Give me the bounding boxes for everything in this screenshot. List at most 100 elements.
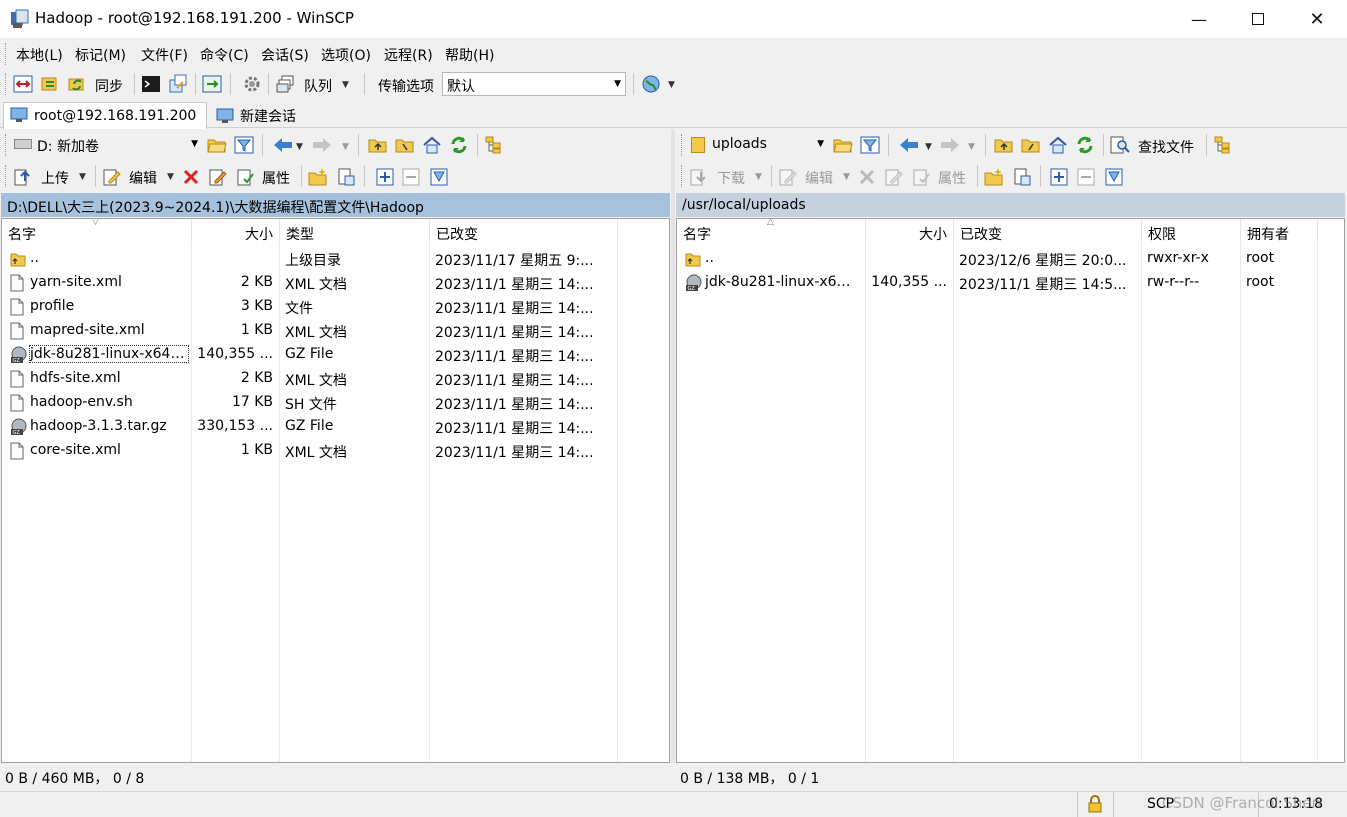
column-header-size[interactable]: 大小 — [866, 219, 954, 245]
remote-folder-select[interactable]: uploads ▼ — [688, 133, 828, 157]
new-folder-icon[interactable] — [307, 166, 329, 188]
download-icon[interactable] — [688, 166, 710, 188]
file-row[interactable]: GZ hadoop-3.1.3.tar.gz 330,153 ... GZ File 2… — [2, 415, 669, 439]
panel-splitter[interactable] — [671, 129, 675, 763]
toolbar-grip[interactable] — [5, 43, 8, 65]
chevron-down-icon[interactable]: ▼ — [79, 172, 86, 182]
column-header-name[interactable]: 名字 ▽ — [2, 219, 192, 245]
column-header-type[interactable]: 类型 — [280, 219, 430, 245]
drive-select[interactable]: D: 新加卷 ▼ — [12, 133, 202, 157]
tree-icon[interactable] — [483, 134, 505, 156]
delete-icon[interactable] — [856, 166, 878, 188]
column-header-size[interactable]: 大小 — [192, 219, 280, 245]
chevron-down-icon[interactable]: ▼ — [668, 80, 675, 90]
chevron-down-icon[interactable]: ▼ — [167, 172, 174, 182]
properties-icon[interactable] — [235, 166, 257, 188]
select-plus-icon[interactable] — [374, 166, 396, 188]
menu-options[interactable]: 选项(O) — [321, 45, 371, 65]
synchronize-icon[interactable] — [66, 73, 88, 95]
toolbar-grip[interactable] — [5, 134, 8, 156]
toolbar-grip[interactable] — [5, 73, 8, 95]
right-file-list[interactable]: 名字 △ 大小 已改变 权限 拥有者 .. 2023/12/6 星期三 20:0.… — [676, 218, 1345, 763]
chevron-down-icon[interactable]: ▼ — [342, 80, 349, 90]
edit-button[interactable]: 编辑 — [129, 168, 157, 188]
filter-select-icon[interactable] — [428, 166, 450, 188]
select-plus-icon[interactable] — [1048, 166, 1070, 188]
menu-remote[interactable]: 远程(R) — [384, 45, 433, 65]
minimize-button[interactable]: — — [1170, 0, 1228, 38]
file-row[interactable]: profile 3 KB 文件 2023/11/1 星期三 14:... — [2, 295, 669, 319]
file-row[interactable]: GZ jdk-8u281-linux-x64.... 140,355 ... 2023… — [677, 271, 1344, 295]
tab-session[interactable]: root@192.168.191.200 — [3, 102, 207, 129]
home-icon[interactable] — [421, 134, 443, 156]
left-file-list[interactable]: 名字 ▽ 大小 类型 已改变 .. 上级目录 2023/11/17 星期五 9:..… — [1, 218, 670, 763]
new-file-icon[interactable] — [1011, 166, 1033, 188]
upload-button[interactable]: 上传 — [41, 168, 69, 188]
transfer-preset-select[interactable]: 默认 ▼ — [442, 72, 626, 96]
maximize-button[interactable] — [1229, 0, 1287, 38]
menu-local[interactable]: 本地(L) — [16, 45, 63, 65]
chevron-down-icon[interactable]: ▼ — [755, 172, 762, 182]
open-directory-icon[interactable] — [201, 73, 223, 95]
right-path-bar[interactable]: /usr/local/uploads — [676, 193, 1345, 217]
putty-icon[interactable] — [167, 73, 189, 95]
download-button[interactable]: 下载 — [717, 168, 745, 188]
rename-icon[interactable] — [207, 166, 229, 188]
forward-arrow-icon[interactable] — [939, 134, 961, 156]
find-files-icon[interactable] — [1109, 134, 1131, 156]
toolbar-grip[interactable] — [681, 165, 684, 187]
rename-icon[interactable] — [883, 166, 905, 188]
edit-icon[interactable] — [101, 166, 123, 188]
back-arrow-icon[interactable] — [898, 134, 920, 156]
delete-icon[interactable] — [180, 166, 202, 188]
chevron-down-icon[interactable]: ▼ — [968, 142, 975, 152]
tab-new-session[interactable]: 新建会话 — [210, 102, 310, 129]
globe-icon[interactable] — [640, 73, 662, 95]
queue-button[interactable]: 队列 — [304, 76, 332, 96]
queue-icon[interactable] — [275, 73, 297, 95]
file-row[interactable]: mapred-site.xml 1 KB XML 文档 2023/11/1 星期三 1… — [2, 319, 669, 343]
find-files-button[interactable]: 查找文件 — [1138, 137, 1194, 157]
tree-icon[interactable] — [1212, 134, 1234, 156]
column-header-name[interactable]: 名字 △ — [677, 219, 866, 245]
parent-dir-icon[interactable] — [993, 134, 1015, 156]
file-row[interactable]: .. 2023/12/6 星期三 20:0... rwxr-xr-x root — [677, 247, 1344, 271]
root-dir-icon[interactable] — [394, 134, 416, 156]
menu-file[interactable]: 文件(F) — [141, 45, 188, 65]
synchronize-button[interactable]: 同步 — [95, 76, 123, 96]
toolbar-grip[interactable] — [5, 165, 8, 187]
properties-button[interactable]: 属性 — [262, 168, 290, 188]
file-row[interactable]: yarn-site.xml 2 KB XML 文档 2023/11/1 星期三 14:… — [2, 271, 669, 295]
edit-icon[interactable] — [777, 166, 799, 188]
chevron-down-icon[interactable]: ▼ — [342, 142, 349, 152]
toolbar-grip[interactable] — [681, 134, 684, 156]
properties-button[interactable]: 属性 — [938, 168, 966, 188]
unselect-minus-icon[interactable] — [400, 166, 422, 188]
file-row[interactable]: hdfs-site.xml 2 KB XML 文档 2023/11/1 星期三 14:… — [2, 367, 669, 391]
menu-session[interactable]: 会话(S) — [261, 45, 309, 65]
filter-icon[interactable] — [233, 134, 255, 156]
unselect-minus-icon[interactable] — [1075, 166, 1097, 188]
file-row[interactable]: .. 上级目录 2023/11/17 星期五 9:... — [2, 247, 669, 271]
menu-mark[interactable]: 标记(M) — [75, 45, 126, 65]
compare-dirs-icon[interactable] — [12, 73, 34, 95]
forward-arrow-icon[interactable] — [311, 134, 333, 156]
filter-select-icon[interactable] — [1103, 166, 1125, 188]
menu-help[interactable]: 帮助(H) — [445, 45, 494, 65]
open-folder-icon[interactable] — [832, 134, 854, 156]
column-header-owner[interactable]: 拥有者 — [1241, 219, 1318, 245]
edit-button[interactable]: 编辑 — [805, 168, 833, 188]
file-row[interactable]: core-site.xml 1 KB XML 文档 2023/11/1 星期三 14:… — [2, 439, 669, 463]
column-header-rights[interactable]: 权限 — [1142, 219, 1241, 245]
filter-icon[interactable] — [859, 134, 881, 156]
menu-commands[interactable]: 命令(C) — [200, 45, 249, 65]
parent-dir-icon[interactable] — [367, 134, 389, 156]
file-row[interactable]: GZ jdk-8u281-linux-x64.... 140,355 ... GZ F… — [2, 343, 669, 367]
chevron-down-icon[interactable]: ▼ — [843, 172, 850, 182]
open-folder-icon[interactable] — [206, 134, 228, 156]
preferences-gear-icon[interactable] — [241, 73, 263, 95]
column-header-changed[interactable]: 已改变 — [954, 219, 1142, 245]
file-row[interactable]: hadoop-env.sh 17 KB SH 文件 2023/11/1 星期三 14:… — [2, 391, 669, 415]
properties-icon[interactable] — [911, 166, 933, 188]
new-file-icon[interactable] — [335, 166, 357, 188]
